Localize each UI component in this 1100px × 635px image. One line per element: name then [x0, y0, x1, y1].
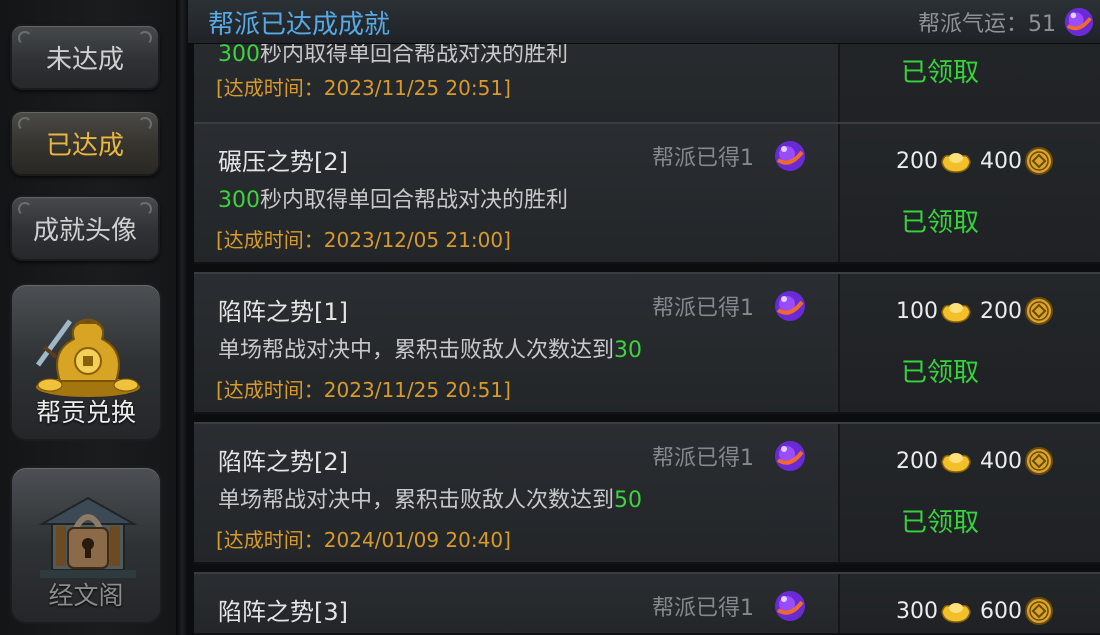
guild-luck-value: 帮派气运：51: [918, 12, 1056, 37]
locked-pavilion-icon: [38, 496, 138, 578]
gold-ingot-icon: [941, 603, 971, 623]
guild-earned-label: 帮派已得1: [652, 296, 754, 321]
description-text: 秒内取得单回合帮战对决的胜利: [260, 42, 569, 67]
reward-line: 300 600: [896, 596, 1054, 626]
page-title: 帮派已达成成就: [208, 10, 391, 40]
tile-label: 经文阁: [48, 581, 124, 610]
achieved-time: [达成时间：2024/01/09 20:40]: [216, 528, 511, 552]
description-text: 单场帮战对决中，累积击败敌人次数达到: [218, 338, 615, 363]
tab-achievement-avatar[interactable]: 成就头像: [10, 195, 160, 261]
copper-coin-icon: [1025, 447, 1053, 475]
achieved-time: [达成时间：2023/11/25 20:51]: [216, 76, 511, 100]
sidebar-divider: [176, 0, 188, 635]
description-highlight: 30: [614, 338, 643, 363]
gold-amount: 100: [896, 298, 938, 324]
purple-orb-icon: [775, 441, 805, 471]
tab-label: 未达成: [45, 44, 124, 75]
achievement-row: 陷阵之势[3] 帮派已得1 300 600: [194, 572, 1100, 635]
purple-orb-icon: [775, 291, 805, 321]
purple-orb-icon: [775, 141, 805, 171]
achievement-description: 300秒内取得单回合帮战对决的胜利: [218, 182, 568, 214]
reward-panel: 300 600: [838, 574, 1100, 633]
tab-achieved[interactable]: 已达成: [10, 110, 160, 176]
coin-amount: 600: [980, 598, 1022, 624]
scripture-pavilion-tile[interactable]: 经文阁: [10, 466, 162, 624]
tab-label: 成就头像: [32, 215, 137, 246]
guild-earned-label: 帮派已得1: [652, 596, 754, 621]
gold-ingot-icon: [941, 153, 971, 173]
achievement-row: 陷阵之势[1] 单场帮战对决中，累积击败敌人次数达到30 [达成时间：2023/…: [194, 272, 1100, 414]
guild-contribution-exchange-tile[interactable]: 帮贡兑换: [10, 283, 162, 441]
achievement-row: 碾压之势[2] 300秒内取得单回合帮战对决的胜利 [达成时间：2023/12/…: [194, 122, 1100, 264]
coin-amount: 400: [980, 148, 1022, 174]
coin-amount: 400: [980, 448, 1022, 474]
claimed-status: 已领取: [900, 508, 979, 538]
copper-coin-icon: [1025, 147, 1053, 175]
description-text: 单场帮战对决中，累积击败敌人次数达到: [218, 488, 615, 513]
claimed-status: 已领取: [900, 208, 979, 238]
tab-not-achieved[interactable]: 未达成: [10, 24, 160, 90]
header-bar: 帮派已达成成就 帮派气运：51: [188, 0, 1100, 44]
reward-line: 100 200: [896, 296, 1054, 326]
achievement-description: 单场帮战对决中，累积击败敌人次数达到30: [218, 332, 642, 364]
achievement-name: 碾压之势[2]: [218, 148, 348, 176]
achieved-time: [达成时间：2023/11/25 20:51]: [216, 378, 511, 402]
gold-ingot-icon: [941, 453, 971, 473]
reward-line: 200 400: [896, 446, 1054, 476]
claimed-status: 已领取: [900, 58, 979, 88]
copper-coin-icon: [1025, 297, 1053, 325]
description-highlight: 50: [614, 488, 643, 513]
gold-sack-icon: [35, 318, 140, 397]
guild-earned-label: 帮派已得1: [652, 446, 754, 471]
reward-panel: 100 200 已领取: [838, 274, 1100, 412]
sidebar: 未达成 已达成 成就头像 帮贡兑换 经文阁: [0, 0, 176, 635]
achievement-description: 单场帮战对决中，累积击败敌人次数达到50: [218, 482, 642, 514]
reward-panel: 200 400 已领取: [838, 124, 1100, 262]
purple-orb-icon: [1064, 7, 1094, 37]
achieved-time: [达成时间：2023/12/05 21:00]: [216, 228, 511, 252]
coin-amount: 200: [980, 298, 1022, 324]
purple-orb-icon: [775, 591, 805, 621]
tile-label: 帮贡兑换: [35, 398, 136, 427]
description-highlight: 300: [218, 42, 260, 67]
reward-panel: 200 400 已领取: [838, 424, 1100, 562]
copper-coin-icon: [1025, 597, 1053, 625]
reward-line: 200 400: [896, 146, 1054, 176]
claimed-status: 已领取: [900, 358, 979, 388]
description-highlight: 300: [218, 188, 260, 213]
description-text: 秒内取得单回合帮战对决的胜利: [260, 188, 569, 213]
tab-label: 已达成: [45, 130, 124, 161]
gold-amount: 200: [896, 148, 938, 174]
gold-ingot-icon: [941, 303, 971, 323]
achievement-name: 陷阵之势[1]: [218, 298, 348, 326]
achievement-row: 陷阵之势[2] 单场帮战对决中，累积击败敌人次数达到50 [达成时间：2024/…: [194, 422, 1100, 564]
achievement-name: 陷阵之势[2]: [218, 448, 348, 476]
gold-amount: 200: [896, 448, 938, 474]
guild-earned-label: 帮派已得1: [652, 146, 754, 171]
achievement-name: 陷阵之势[3]: [218, 598, 348, 626]
gold-amount: 300: [896, 598, 938, 624]
